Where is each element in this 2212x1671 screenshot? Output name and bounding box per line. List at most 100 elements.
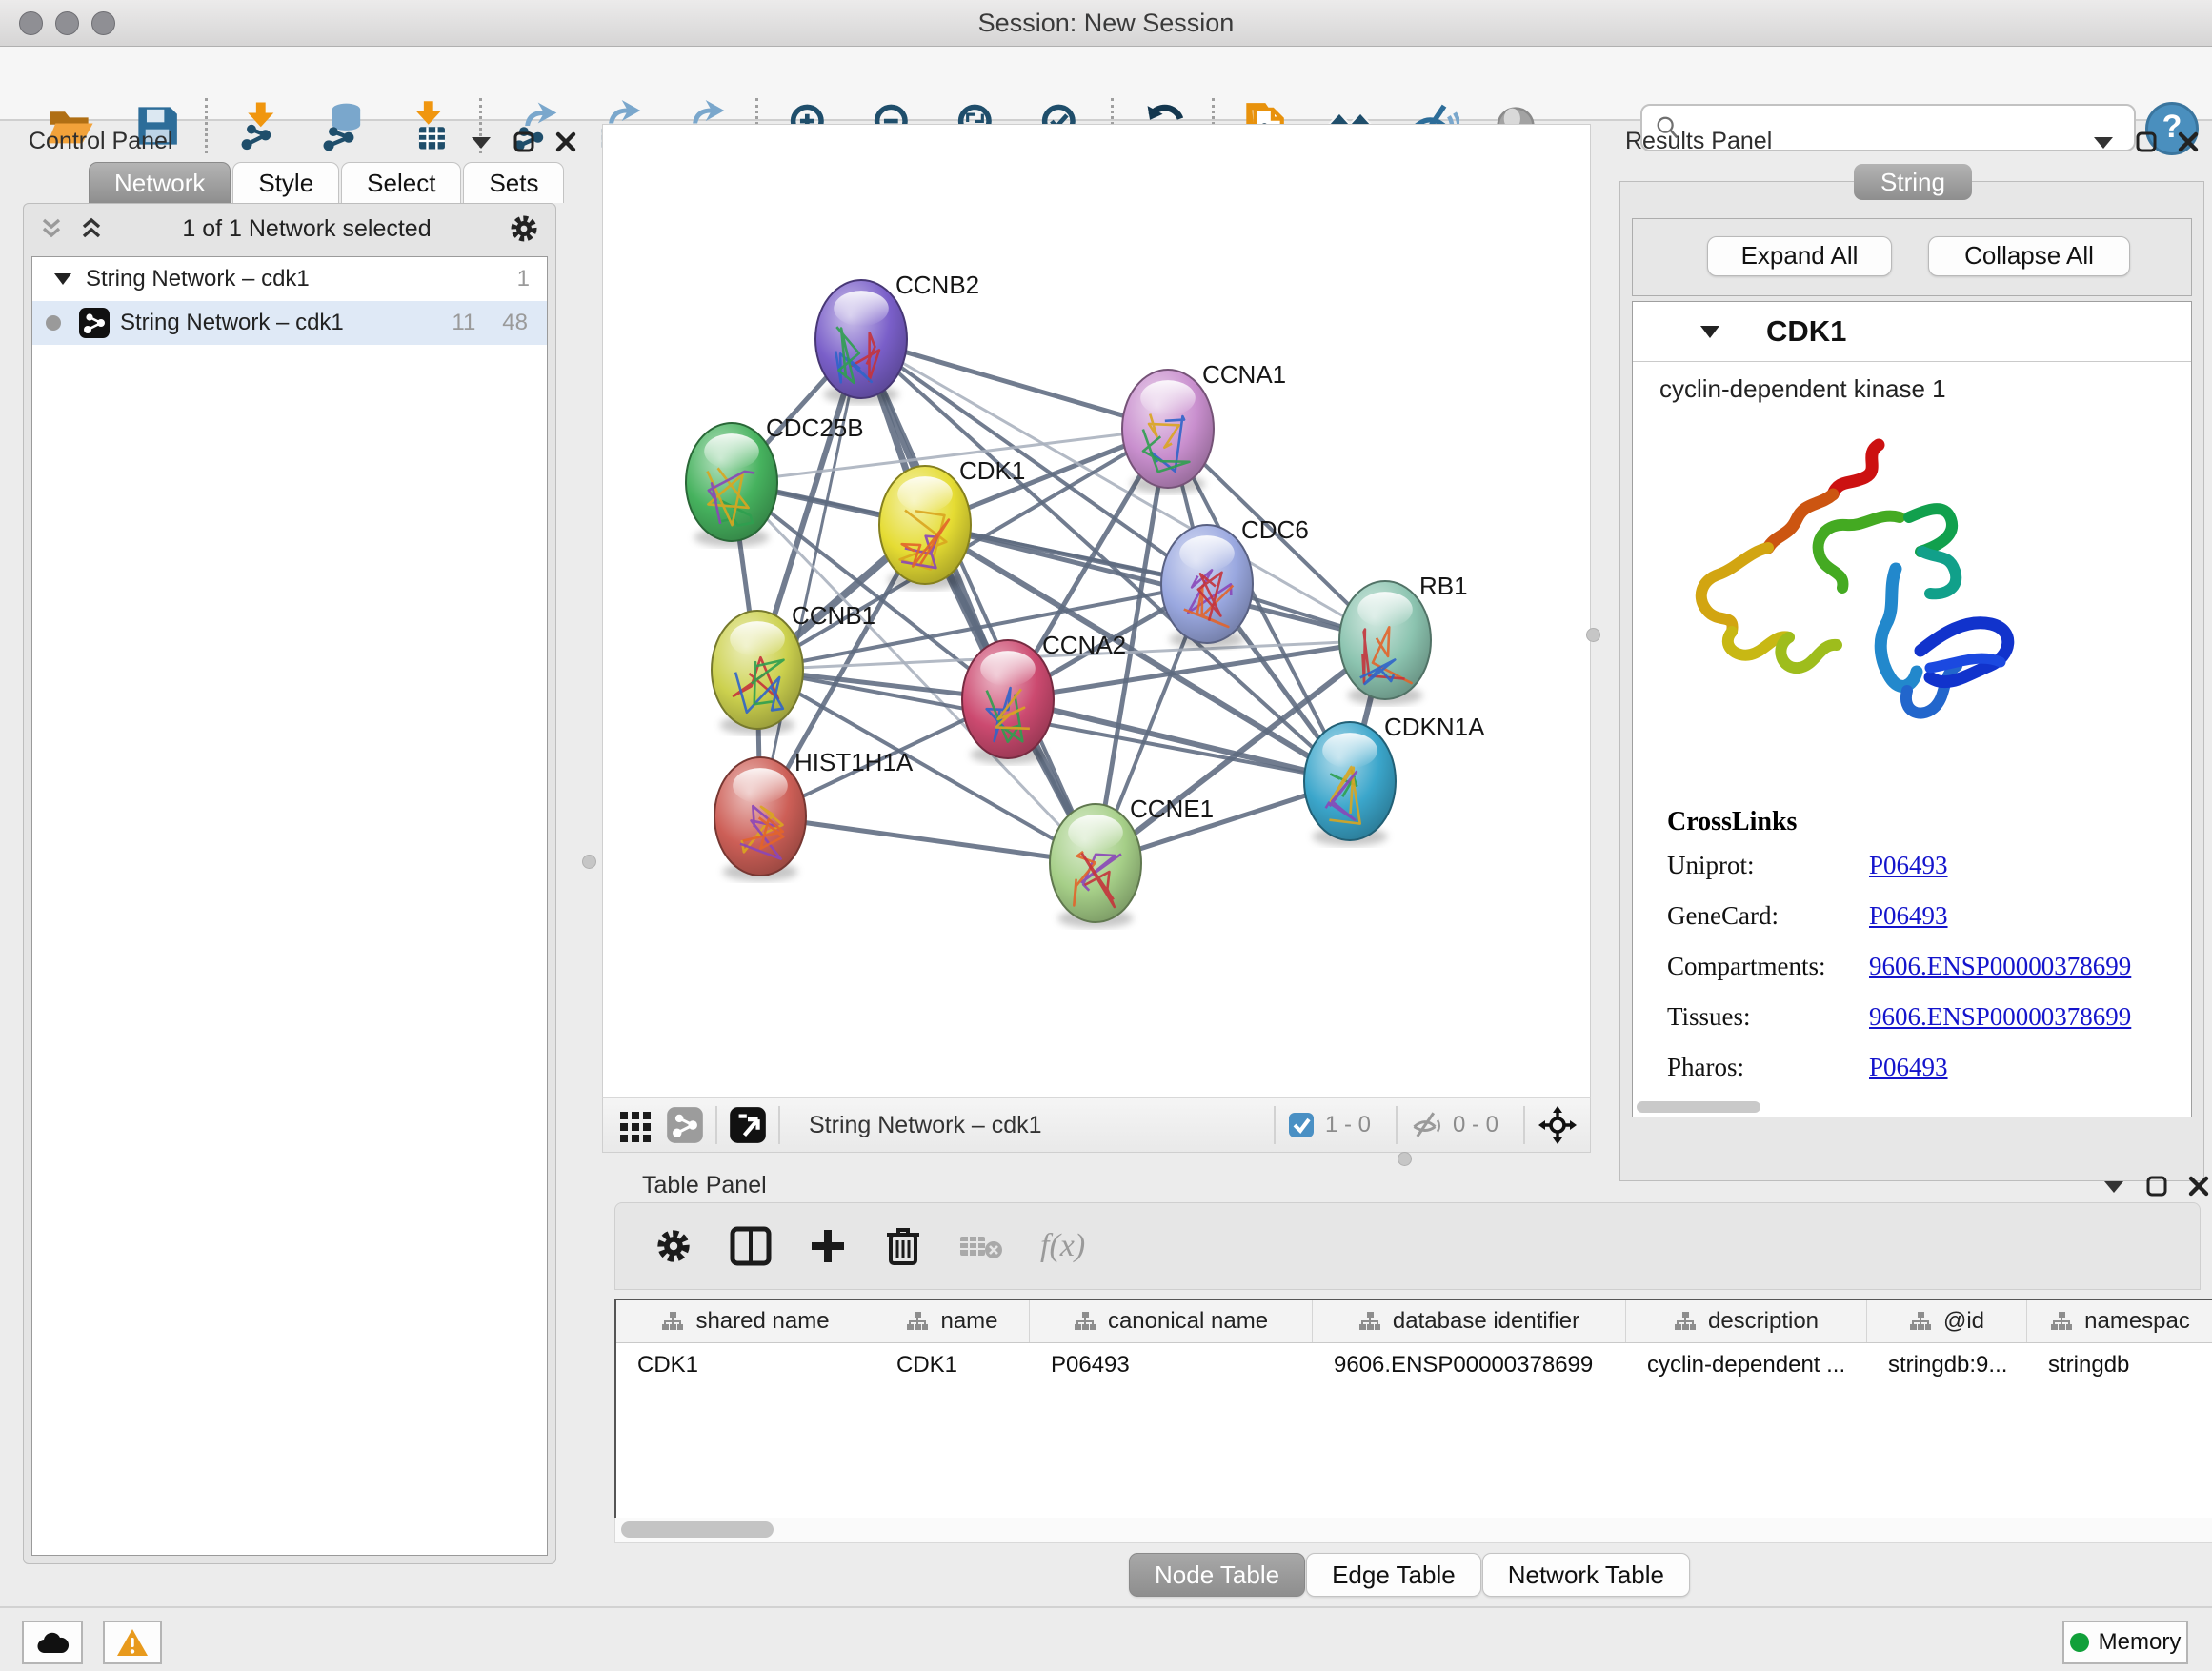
network-node-label: RB1 xyxy=(1419,572,1468,600)
crosslinks-heading: CrossLinks xyxy=(1667,807,2162,837)
crosslink-row: Uniprot:P06493 xyxy=(1667,851,2162,880)
cloud-icon xyxy=(35,1630,70,1655)
crosslink-link[interactable]: 9606.ENSP00000378699 xyxy=(1869,952,2131,981)
column-tree-icon xyxy=(2050,1311,2073,1332)
column-header-name[interactable]: name xyxy=(875,1300,1030,1342)
collection-count: 1 xyxy=(517,266,530,292)
control-tab-style[interactable]: Style xyxy=(232,162,339,203)
table-panel-title: Table Panel xyxy=(642,1172,767,1199)
selected-checkbox-icon[interactable] xyxy=(1287,1111,1316,1139)
float-panel-icon[interactable] xyxy=(470,133,493,151)
expand-all-button[interactable]: Expand All xyxy=(1707,236,1892,276)
maximize-panel-icon[interactable] xyxy=(2136,131,2157,152)
left-splitter-handle[interactable] xyxy=(582,855,596,869)
warnings-button[interactable] xyxy=(103,1621,162,1664)
table-hscrollbar[interactable] xyxy=(614,1518,2212,1543)
close-panel-icon[interactable] xyxy=(2188,1176,2209,1197)
network-node-label: CCNB1 xyxy=(792,601,875,630)
network-tree-container: 1 of 1 Network selected String Network –… xyxy=(23,203,556,1564)
table-settings-gear-icon[interactable] xyxy=(654,1226,694,1266)
column-header-database-identifier[interactable]: database identifier xyxy=(1313,1300,1626,1342)
gene-header-row[interactable]: CDK1 xyxy=(1633,302,2191,362)
table-cell[interactable]: 9606.ENSP00000378699 xyxy=(1313,1343,1626,1387)
control-panel-tabs: NetworkStyleSelectSets xyxy=(89,162,566,203)
gene-description: cyclin-dependent kinase 1 xyxy=(1659,374,1946,404)
column-header-canonical-name[interactable]: canonical name xyxy=(1030,1300,1313,1342)
crosslink-label: Pharos: xyxy=(1667,1053,1869,1082)
column-header-shared-name[interactable]: shared name xyxy=(616,1300,875,1342)
maximize-panel-icon[interactable] xyxy=(2146,1176,2167,1197)
collapse-all-icon[interactable] xyxy=(37,214,66,243)
table-tab-network-table[interactable]: Network Table xyxy=(1482,1553,1690,1597)
add-column-icon[interactable] xyxy=(808,1226,848,1266)
table-cell[interactable]: stringdb xyxy=(2027,1343,2212,1387)
column-header-description[interactable]: description xyxy=(1626,1300,1867,1342)
main-toolbar: ? xyxy=(0,47,2212,121)
network-canvas[interactable]: CCNB2CCNA1CDC25BCDK1CDC6RB1CCNB1CCNA2CDK… xyxy=(602,124,1591,1099)
crosslink-link[interactable]: P06493 xyxy=(1869,901,1948,931)
grid-view-icon[interactable] xyxy=(616,1106,654,1144)
network-name: String Network – cdk1 xyxy=(120,310,344,336)
memory-label: Memory xyxy=(2099,1629,2182,1656)
collapse-entry-icon[interactable] xyxy=(1699,324,1720,340)
table-cell[interactable]: stringdb:9... xyxy=(1867,1343,2027,1387)
current-network-dot xyxy=(46,315,61,331)
split-columns-icon[interactable] xyxy=(730,1226,772,1266)
network-edge[interactable] xyxy=(861,339,1168,429)
memory-status-dot xyxy=(2070,1633,2089,1652)
network-node-label: CDC25B xyxy=(766,413,864,442)
cloud-button[interactable] xyxy=(22,1621,83,1664)
results-hscroll-thumb[interactable] xyxy=(1637,1101,1760,1113)
birdseye-icon[interactable] xyxy=(729,1106,767,1144)
table-row[interactable]: CDK1CDK1P064939606.ENSP00000378699cyclin… xyxy=(616,1343,2212,1387)
results-tab-string[interactable]: String xyxy=(1854,164,1972,200)
network-edge[interactable] xyxy=(760,339,861,816)
crosslink-link[interactable]: P06493 xyxy=(1869,1053,1948,1082)
table-cell[interactable]: CDK1 xyxy=(875,1343,1030,1387)
crosslink-link[interactable]: 9606.ENSP00000378699 xyxy=(1869,1002,2131,1032)
crosslink-link[interactable]: P06493 xyxy=(1869,851,1948,880)
tree-expand-icon[interactable] xyxy=(53,272,72,287)
collapse-all-button[interactable]: Collapse All xyxy=(1928,236,2130,276)
close-panel-icon[interactable] xyxy=(2178,131,2199,152)
float-panel-icon[interactable] xyxy=(2102,1178,2125,1195)
control-tab-select[interactable]: Select xyxy=(341,162,461,203)
selected-nodes-count: 1 - 0 xyxy=(1325,1112,1371,1138)
table-cell[interactable]: CDK1 xyxy=(616,1343,875,1387)
netbar-separator xyxy=(778,1106,780,1144)
table-toolbar: f(x) xyxy=(614,1202,2201,1290)
hidden-eye-icon xyxy=(1409,1109,1445,1141)
column-header--id[interactable]: @id xyxy=(1867,1300,2027,1342)
table-tab-edge-table[interactable]: Edge Table xyxy=(1306,1553,1481,1597)
table-cell[interactable]: P06493 xyxy=(1030,1343,1313,1387)
column-tree-icon xyxy=(906,1311,929,1332)
control-tab-network[interactable]: Network xyxy=(89,162,231,203)
float-panel-icon[interactable] xyxy=(2092,133,2115,151)
network-edge[interactable] xyxy=(861,339,1096,863)
column-tree-icon xyxy=(661,1311,684,1332)
network-edge[interactable] xyxy=(760,816,1096,863)
network-row-selected[interactable]: String Network – cdk1 11 48 xyxy=(32,301,547,345)
memory-button[interactable]: Memory xyxy=(2062,1621,2188,1664)
column-tree-icon xyxy=(1074,1311,1096,1332)
network-collection-row[interactable]: String Network – cdk1 1 xyxy=(32,257,547,301)
network-node-label: CDKN1A xyxy=(1384,713,1485,741)
close-panel-icon[interactable] xyxy=(555,131,576,152)
netbar-separator xyxy=(1396,1106,1398,1144)
gear-icon[interactable] xyxy=(508,212,540,245)
network-node-label: CDC6 xyxy=(1241,515,1309,544)
delete-table-icon-disabled xyxy=(958,1229,1004,1263)
table-cell[interactable]: cyclin-dependent ... xyxy=(1626,1343,1867,1387)
delete-column-icon[interactable] xyxy=(884,1225,922,1267)
column-tree-icon xyxy=(1909,1311,1932,1332)
maximize-panel-icon[interactable] xyxy=(513,131,534,152)
pan-crosshair-icon[interactable] xyxy=(1537,1104,1579,1146)
right-splitter-handle[interactable] xyxy=(1586,628,1600,642)
share-view-icon[interactable] xyxy=(666,1106,704,1144)
expand-all-icon[interactable] xyxy=(77,214,106,243)
table-tab-node-table[interactable]: Node Table xyxy=(1129,1553,1305,1597)
network-node-label: HIST1H1A xyxy=(794,748,914,776)
control-tab-sets[interactable]: Sets xyxy=(463,162,564,203)
table-hscroll-thumb[interactable] xyxy=(621,1521,774,1538)
column-header-namespac[interactable]: namespac xyxy=(2027,1300,2212,1342)
